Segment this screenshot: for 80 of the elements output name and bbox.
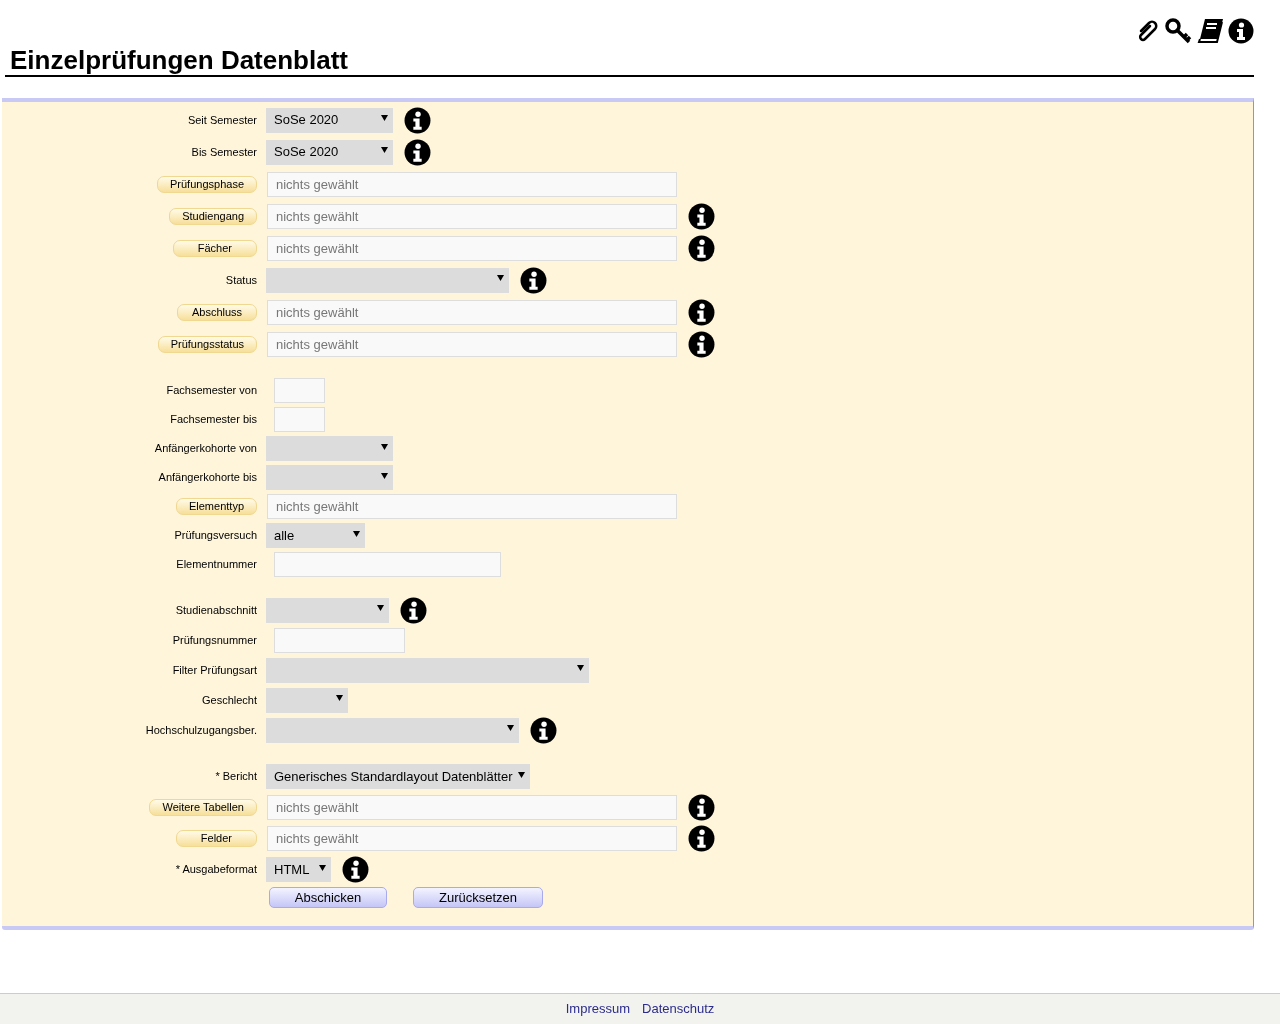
select-field[interactable]: HTML <box>266 857 331 882</box>
picker-button[interactable]: Abschluss <box>177 303 257 321</box>
caret-icon <box>381 147 388 153</box>
info-icon[interactable] <box>688 794 715 821</box>
picker-button[interactable]: Fächer <box>172 239 257 257</box>
select-field[interactable]: SoSe 2020 <box>266 107 393 133</box>
select-field[interactable] <box>266 436 393 461</box>
footer-link[interactable]: Datenschutz <box>642 999 715 1019</box>
page-title: Einzelprüfungen Datenblatt <box>10 46 348 74</box>
caret-icon <box>319 864 326 871</box>
info-icon[interactable] <box>530 716 557 744</box>
field-label: Prüfungsversuch <box>174 528 257 544</box>
info-icon[interactable] <box>520 266 547 294</box>
input-field[interactable]: nichts gewählt <box>267 299 677 325</box>
field-label: Elementnummer <box>176 557 257 573</box>
select-field[interactable] <box>266 267 509 293</box>
select-field[interactable]: Generisches Standardlayout Datenblätter <box>266 764 531 789</box>
picker-button[interactable]: Elementtyp <box>175 498 257 515</box>
info-icon[interactable] <box>688 330 715 358</box>
info-icon[interactable] <box>404 138 431 166</box>
info-icon[interactable] <box>404 106 431 134</box>
select-field[interactable] <box>266 717 519 743</box>
caret-icon <box>381 472 388 479</box>
info-icon[interactable] <box>342 856 369 883</box>
field-label: Prüfungsnummer <box>172 632 257 648</box>
input-field[interactable]: nichts gewählt <box>267 331 677 357</box>
input-field[interactable] <box>274 627 405 653</box>
info-icon[interactable] <box>688 202 715 230</box>
footer-link[interactable]: Impressum <box>565 999 630 1019</box>
form-button[interactable]: Zurücksetzen <box>413 887 543 908</box>
field-label: * Ausgabeformat <box>175 862 257 878</box>
field-label: Studienabschnitt <box>175 602 257 618</box>
select-field[interactable] <box>266 687 348 713</box>
input-field[interactable] <box>274 407 325 432</box>
input-field[interactable]: nichts gewählt <box>267 171 677 197</box>
key-icon[interactable] <box>1165 18 1193 44</box>
input-field[interactable]: nichts gewählt <box>267 235 677 261</box>
field-label: * Bericht <box>215 769 257 785</box>
input-field[interactable]: nichts gewählt <box>267 795 677 820</box>
field-label: Seit Semester <box>187 112 257 128</box>
input-field[interactable]: nichts gewählt <box>267 494 677 519</box>
form-button[interactable]: Abschicken <box>269 887 387 908</box>
caret-icon <box>497 275 504 281</box>
caret-icon <box>353 530 360 537</box>
select-field[interactable] <box>266 465 393 490</box>
caret-icon <box>381 443 388 450</box>
info-icon[interactable] <box>688 234 715 262</box>
input-field[interactable]: nichts gewählt <box>267 826 677 851</box>
select-field[interactable] <box>266 657 589 683</box>
picker-button[interactable]: Felder <box>175 830 257 847</box>
info-icon[interactable] <box>688 298 715 326</box>
field-label: Anfängerkohorte von <box>154 441 257 457</box>
caret-icon <box>381 115 388 121</box>
caret-icon <box>518 771 526 778</box>
caret-icon <box>336 695 343 701</box>
field-label: Hochschulzugangsber. <box>145 722 257 738</box>
field-label: Status <box>225 272 257 288</box>
caret-icon <box>377 605 384 611</box>
book-icon[interactable] <box>1197 18 1224 44</box>
field-label: Fachsemester von <box>166 383 257 399</box>
info-icon[interactable] <box>400 596 427 624</box>
input-field[interactable] <box>274 552 501 577</box>
caret-icon <box>577 665 584 671</box>
field-label: Bis Semester <box>191 144 257 160</box>
input-field[interactable]: nichts gewählt <box>267 203 677 229</box>
select-field[interactable]: SoSe 2020 <box>266 139 393 165</box>
picker-button[interactable]: Prüfungsphase <box>157 175 257 193</box>
field-label: Geschlecht <box>201 692 257 708</box>
picker-button[interactable]: Studiengang <box>169 207 257 225</box>
field-label: Fachsemester bis <box>170 412 257 428</box>
caret-icon <box>507 725 514 731</box>
field-label: Filter Prüfungsart <box>172 662 257 678</box>
info-icon[interactable] <box>1228 18 1254 44</box>
info-icon[interactable] <box>688 825 715 852</box>
select-field[interactable]: alle <box>266 523 365 548</box>
picker-button[interactable]: Prüfungsstatus <box>157 335 257 353</box>
input-field[interactable] <box>274 378 325 403</box>
picker-button[interactable]: Weitere Tabellen <box>149 799 257 816</box>
field-label: Anfängerkohorte bis <box>158 470 257 486</box>
select-field[interactable] <box>266 597 389 623</box>
